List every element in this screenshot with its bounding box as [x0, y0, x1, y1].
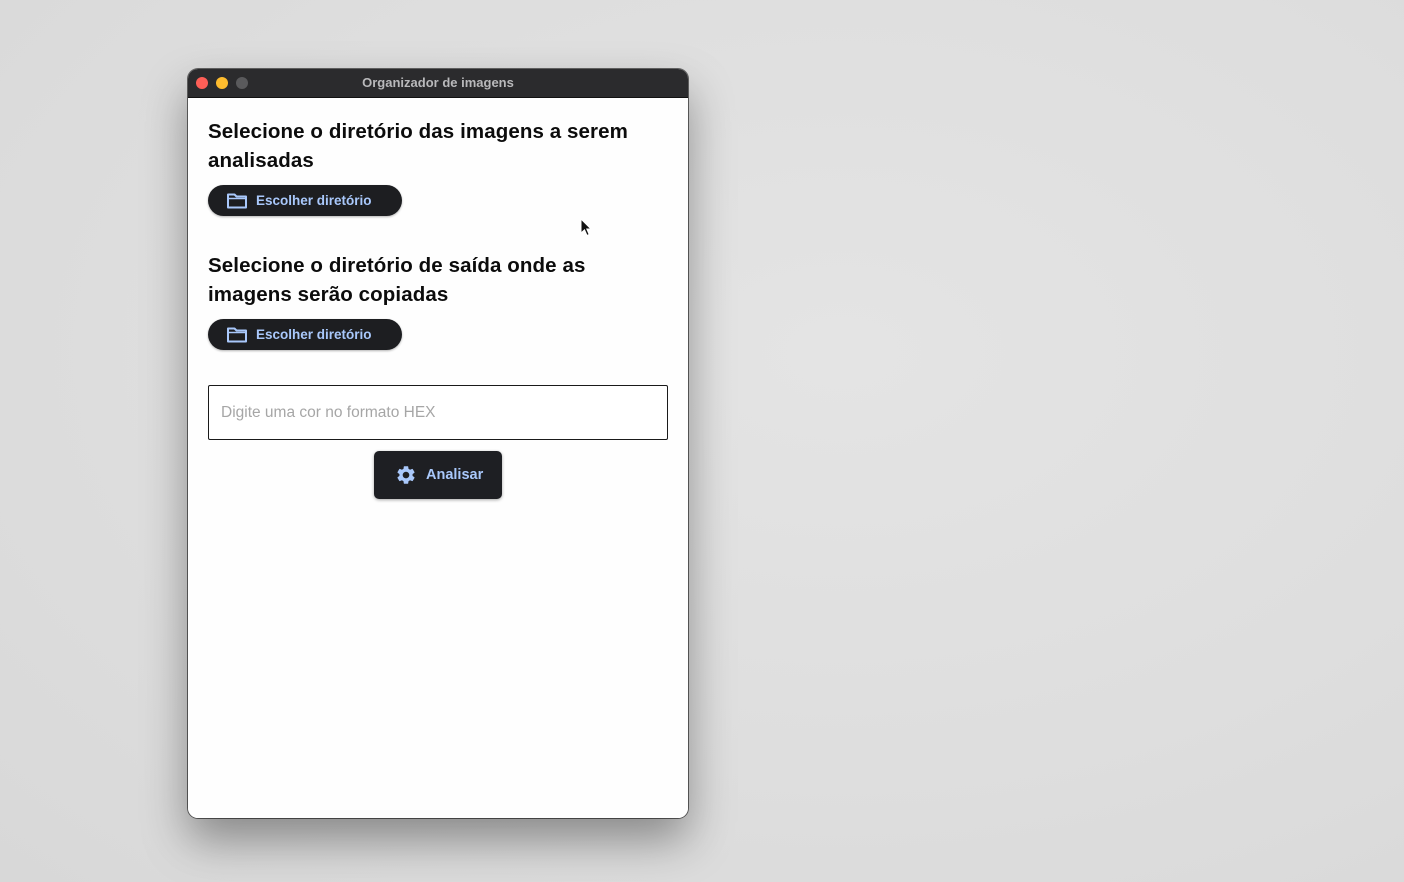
- mouse-pointer-icon: [580, 218, 592, 237]
- folder-icon: [227, 327, 247, 343]
- choose-output-directory-button[interactable]: Escolher diretório: [208, 319, 402, 350]
- choose-output-directory-label: Escolher diretório: [256, 327, 372, 342]
- analyze-button-label: Analisar: [426, 467, 484, 483]
- hex-color-input[interactable]: [208, 385, 668, 440]
- analyze-button[interactable]: Analisar: [374, 451, 502, 499]
- choose-source-directory-label: Escolher diretório: [256, 193, 372, 208]
- source-directory-heading: Selecione o diretório das imagens a sere…: [208, 120, 628, 172]
- window-titlebar[interactable]: Organizador de imagens: [188, 69, 688, 98]
- main-content: Selecione o diretório das imagens a sere…: [188, 98, 688, 818]
- choose-source-directory-button[interactable]: Escolher diretório: [208, 185, 402, 216]
- folder-icon: [227, 193, 247, 209]
- output-directory-heading: Selecione o diretório de saída onde as i…: [208, 254, 586, 306]
- window-title: Organizador de imagens: [362, 75, 514, 90]
- gear-icon: [397, 466, 415, 484]
- app-window: Organizador de imagens Selecione o diret…: [188, 69, 688, 818]
